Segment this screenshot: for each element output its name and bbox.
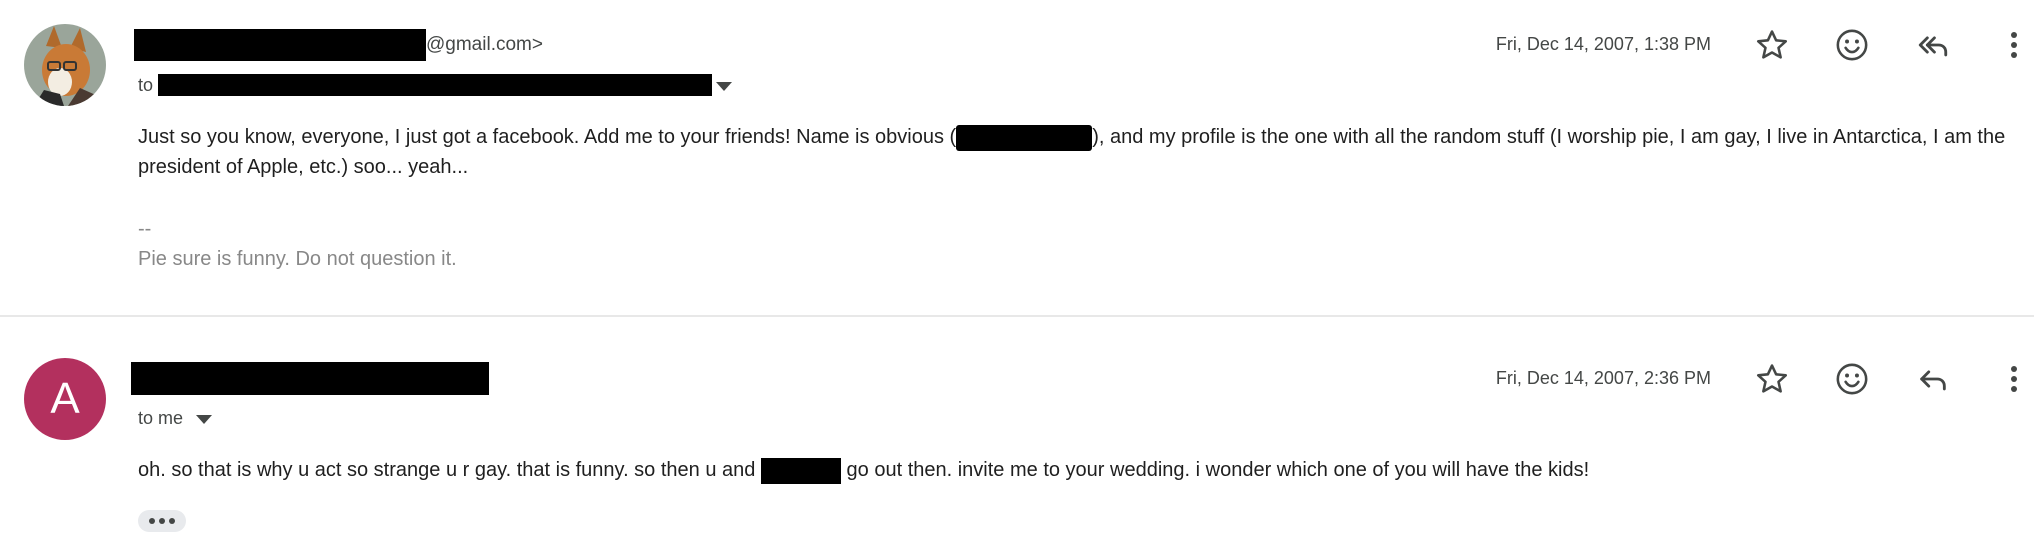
- redacted-sender-name: [131, 362, 489, 395]
- message-date: Fri, Dec 14, 2007, 1:38 PM: [1495, 34, 1711, 54]
- more-options-icon[interactable]: [1992, 357, 2034, 401]
- message-date: Fri, Dec 14, 2007, 2:36 PM: [1495, 368, 1711, 388]
- emoji-reaction-icon[interactable]: [1830, 357, 1874, 401]
- redacted-sender-name: [134, 29, 426, 61]
- sender-avatar[interactable]: [24, 24, 106, 106]
- star-icon[interactable]: [1750, 357, 1794, 401]
- more-options-icon[interactable]: [1992, 23, 2034, 67]
- emoji-reaction-icon[interactable]: [1830, 23, 1874, 67]
- email-message-1: @gmail.com> to Fri, Dec 14, 2007, 1:38 P…: [0, 0, 2034, 316]
- message-body: oh. so that is why u act so strange u r …: [138, 455, 1589, 485]
- sender-avatar-letter[interactable]: A: [24, 358, 106, 440]
- message-body-line-1: Just so you know, everyone, I just got a…: [138, 122, 2005, 152]
- recipient-label: to: [138, 75, 154, 95]
- recipient-details-caret-icon[interactable]: [196, 415, 212, 424]
- redacted-recipients: [158, 74, 712, 96]
- recipient-details-caret-icon[interactable]: [716, 82, 732, 91]
- redacted-name: [956, 124, 1093, 151]
- email-message-2: A to me Fri, Dec 14, 2007, 2:36 PM oh. s…: [0, 317, 2034, 560]
- sender-email-suffix: @gmail.com>: [426, 34, 543, 55]
- redacted-name: [760, 457, 841, 484]
- message-body-line-2: president of Apple, etc.) soo... yeah...: [138, 156, 469, 178]
- recipient-label: to me: [138, 408, 184, 428]
- star-icon[interactable]: [1750, 23, 1794, 67]
- show-trimmed-content-button[interactable]: [138, 510, 186, 532]
- reply-all-icon[interactable]: [1911, 23, 1955, 67]
- signature-text: Pie sure is funny. Do not question it.: [138, 248, 457, 270]
- signature-separator: --: [138, 218, 152, 240]
- reply-icon[interactable]: [1911, 357, 1955, 401]
